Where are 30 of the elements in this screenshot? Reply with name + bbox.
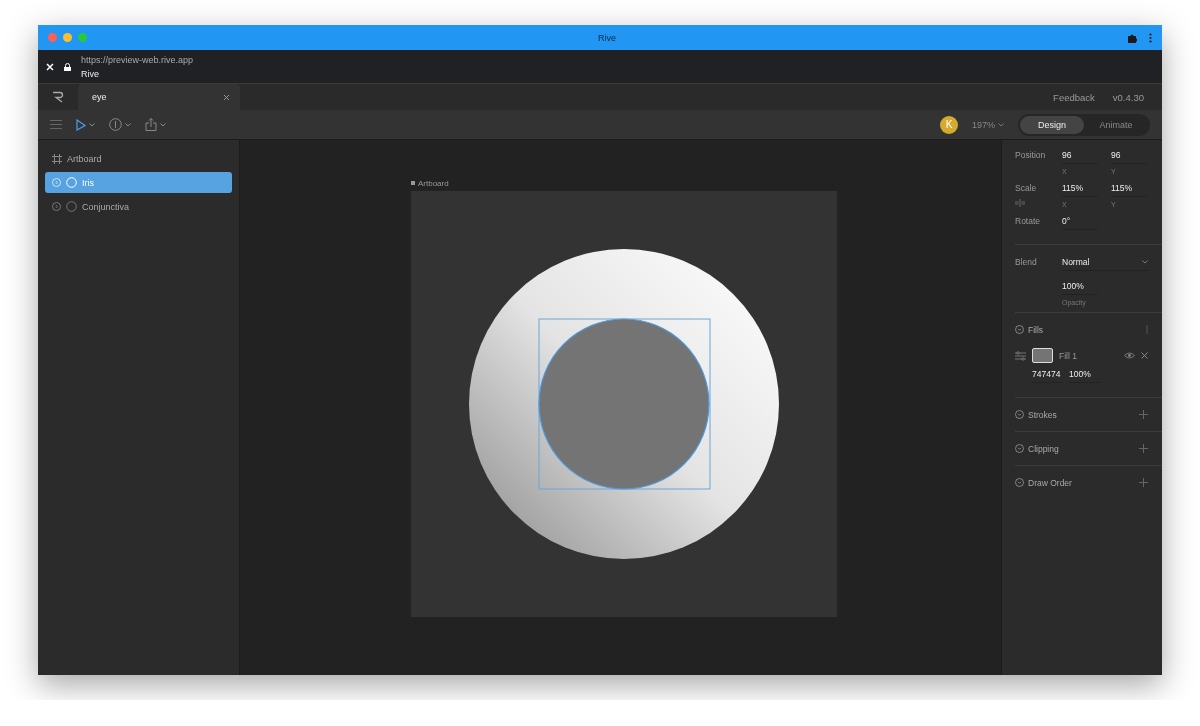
url-text: https://preview-web.rive.app [81, 54, 194, 65]
property-label: Blend [1015, 257, 1038, 269]
property-label: Position [1015, 150, 1047, 162]
value-field[interactable]: 100% [1069, 369, 1100, 383]
section-title: Clipping [1028, 443, 1059, 454]
version-label: v0.4.30 [1112, 91, 1144, 103]
tree-item[interactable]: Conjunctiva [45, 196, 232, 217]
feedback-link[interactable]: Feedback [1053, 91, 1095, 103]
tree-item[interactable]: Artboard [45, 148, 232, 169]
zoom-dropdown[interactable]: 197% [971, 119, 1004, 130]
section-title: Fills [1028, 324, 1044, 335]
value-field[interactable]: 115% [1111, 183, 1147, 197]
page-title: Rive [81, 68, 100, 79]
mode-tab[interactable]: Animate [1084, 115, 1148, 134]
value-field[interactable]: 115% [1062, 183, 1098, 197]
mode-tab[interactable]: Design [1020, 115, 1084, 134]
value-field[interactable]: 96 [1062, 150, 1098, 164]
fill-name: Fill 1 [1059, 350, 1077, 361]
value-field[interactable]: 96 [1111, 150, 1147, 164]
artboard-label: Artboard [418, 178, 449, 188]
value-field[interactable]: 0° [1062, 216, 1098, 230]
section-title: Draw Order [1028, 477, 1072, 488]
property-label: Scale [1015, 183, 1038, 195]
tab[interactable]: eye [78, 84, 240, 110]
property-label: Rotate [1015, 216, 1042, 228]
value-field[interactable]: 747474 [1032, 369, 1063, 383]
window-title: Rive [597, 32, 617, 43]
value-field[interactable]: 100% [1062, 281, 1098, 295]
blend-dropdown[interactable]: Normal [1062, 257, 1148, 271]
section-title: Strokes [1028, 409, 1057, 420]
